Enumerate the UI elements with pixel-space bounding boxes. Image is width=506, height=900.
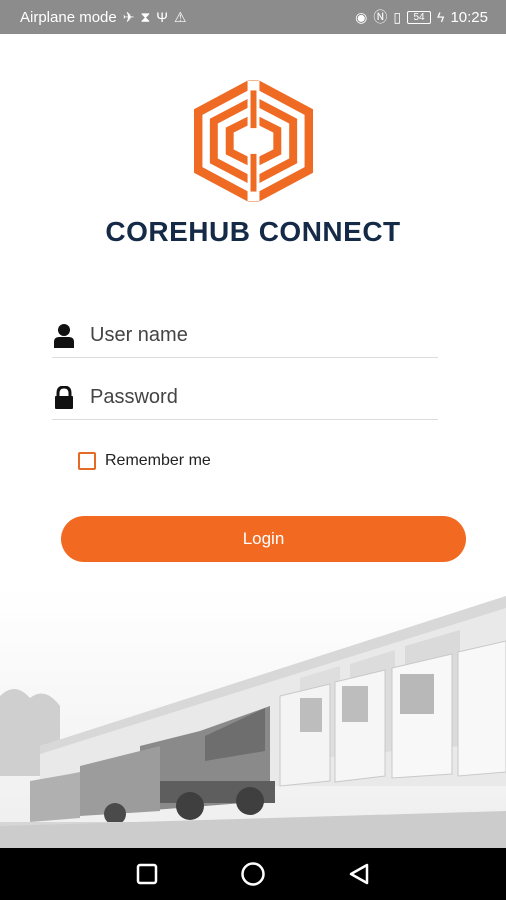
back-button[interactable]	[344, 859, 374, 889]
password-input[interactable]	[90, 386, 410, 409]
battery-icon: 54	[407, 10, 432, 24]
warning-icon: ⚠	[174, 9, 187, 25]
charging-icon: ϟ	[437, 9, 445, 25]
vibrate-icon: ▯	[393, 9, 402, 25]
battery-level: 54	[413, 11, 425, 23]
clock: 10:25	[450, 8, 488, 26]
home-button[interactable]	[238, 859, 268, 889]
eye-icon: ◉	[355, 9, 368, 25]
back-triangle-icon	[349, 863, 369, 885]
nfc-icon: Ⓝ	[373, 9, 388, 25]
trucks-background-image	[0, 586, 506, 848]
corehub-logo-icon	[194, 80, 313, 202]
usb-icon: Ψ	[156, 9, 168, 25]
remember-me-label: Remember me	[105, 452, 211, 469]
remember-me-checkbox[interactable]	[78, 452, 96, 470]
square-icon	[136, 863, 158, 885]
airplane-mode-label: Airplane mode	[20, 8, 117, 26]
status-bar: Airplane mode ✈ ⧗ Ψ ⚠ ◉ Ⓝ ▯ 54 ϟ 10:25	[0, 0, 506, 34]
username-field	[52, 314, 438, 358]
circle-icon	[241, 862, 265, 886]
login-button[interactable]: Login	[61, 516, 466, 562]
password-field	[52, 376, 438, 420]
username-input[interactable]	[90, 324, 410, 347]
status-bar-right: ◉ Ⓝ ▯ 54 ϟ 10:25	[355, 9, 488, 26]
remember-me[interactable]: Remember me	[78, 452, 211, 470]
status-bar-left: Airplane mode ✈ ⧗ Ψ ⚠	[20, 9, 187, 26]
airplane-icon: ✈	[122, 9, 135, 25]
system-nav-bar	[0, 848, 506, 900]
user-icon	[52, 323, 76, 349]
recents-button[interactable]	[132, 859, 162, 889]
lock-icon	[52, 385, 76, 411]
app-title: COREHUB CONNECT	[105, 216, 401, 247]
hourglass-icon: ⧗	[140, 9, 151, 25]
